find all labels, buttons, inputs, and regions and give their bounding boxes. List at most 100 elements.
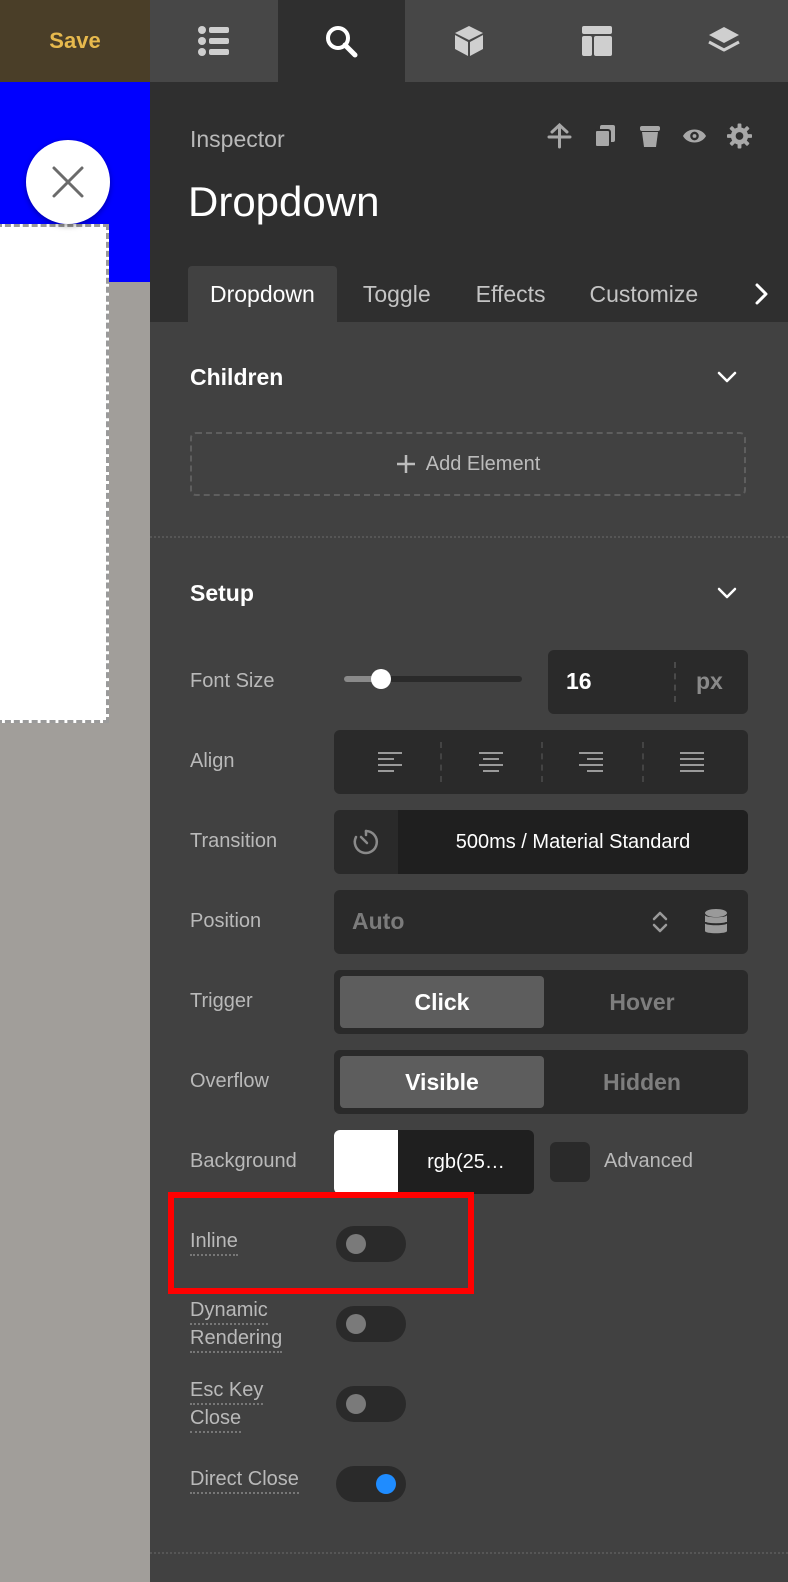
visibility-button[interactable] (682, 122, 707, 150)
toolbar-inspector-button[interactable] (277, 0, 406, 82)
tab-dropdown[interactable]: Dropdown (188, 266, 337, 322)
font-size-slider-handle[interactable] (371, 669, 391, 689)
transition-timer-button[interactable] (334, 810, 398, 874)
dynamic-rendering-label-line1: Dynamic (190, 1299, 268, 1325)
dynamic-rendering-label: Dynamic Rendering (190, 1296, 283, 1353)
align-justify-icon (680, 752, 704, 772)
align-left-button[interactable] (340, 730, 440, 794)
font-size-input[interactable]: 16 px (548, 650, 748, 714)
background-color-value[interactable]: rgb(25… (398, 1130, 534, 1194)
add-element-label: Add Element (425, 452, 541, 475)
overflow-segmented-control: Visible Hidden (334, 1050, 748, 1114)
overflow-hidden-option[interactable]: Hidden (540, 1056, 744, 1108)
layout-icon (581, 26, 612, 56)
font-size-value: 16 (566, 668, 592, 694)
add-element-button[interactable]: Add Element (190, 432, 746, 496)
esc-key-close-label: Esc Key Close (190, 1376, 264, 1433)
delete-button[interactable] (637, 122, 662, 150)
tab-toggle[interactable]: Toggle (337, 266, 454, 322)
inspector-actions (547, 122, 752, 150)
transition-control: 500ms / Material Standard (334, 810, 748, 874)
align-right-icon (579, 752, 603, 772)
inline-label-text: Inline (190, 1230, 238, 1256)
background-label: Background (190, 1150, 297, 1172)
transition-value[interactable]: 500ms / Material Standard (398, 810, 748, 874)
overflow-label: Overflow (190, 1070, 269, 1092)
toolbar-layers-button[interactable] (660, 0, 788, 82)
background-color-swatch[interactable] (334, 1130, 398, 1194)
dynamic-rendering-toggle[interactable] (336, 1306, 406, 1342)
tab-effects[interactable]: Effects (454, 266, 568, 322)
close-icon (52, 166, 84, 198)
app-root: Save Inspector Dropdown Dropdown Toggle … (0, 0, 788, 1582)
position-label: Position (190, 910, 262, 932)
toolbar-elements-button[interactable] (405, 0, 533, 82)
visibility-icon (682, 129, 707, 143)
advanced-label: Advanced (604, 1150, 693, 1172)
delete-icon (639, 126, 660, 147)
tabs-fade (708, 266, 748, 322)
section-divider (150, 536, 788, 538)
duplicate-icon (593, 125, 615, 148)
direct-close-label: Direct Close (190, 1468, 299, 1494)
transition-label: Transition (190, 830, 278, 852)
chevron-down-icon (717, 587, 737, 599)
tab-customize[interactable]: Customize (568, 266, 708, 322)
top-toolbar (150, 0, 788, 82)
move-up-icon (547, 123, 572, 149)
align-center-button[interactable] (441, 730, 541, 794)
esc-key-close-toggle[interactable] (336, 1386, 406, 1422)
font-size-unit[interactable]: px (696, 668, 723, 695)
setup-collapse-button[interactable] (716, 582, 738, 604)
cube-icon (454, 26, 483, 56)
save-button[interactable]: Save (0, 0, 150, 82)
database-icon[interactable] (704, 908, 728, 936)
trigger-click-option[interactable]: Click (340, 976, 544, 1028)
toolbar-layout-button[interactable] (533, 0, 661, 82)
align-justify-button[interactable] (642, 730, 742, 794)
duplicate-button[interactable] (592, 122, 617, 150)
toggle-knob (376, 1474, 396, 1494)
esc-key-close-label-line2: Close (190, 1407, 242, 1433)
close-canvas-button[interactable] (26, 140, 110, 224)
plus-icon (396, 455, 415, 473)
settings-icon (727, 123, 752, 149)
align-left-icon (378, 752, 402, 772)
inspector-tabs: Dropdown Toggle Effects Customize (188, 266, 708, 322)
direct-close-label-text: Direct Close (190, 1468, 299, 1494)
esc-key-close-label-line1: Esc Key (190, 1379, 264, 1405)
font-size-separator (674, 662, 676, 702)
move-up-button[interactable] (547, 122, 572, 150)
toggle-knob (346, 1234, 366, 1254)
children-section-title: Children (190, 364, 284, 390)
trigger-hover-option[interactable]: Hover (540, 976, 744, 1028)
search-icon (326, 26, 358, 58)
chevron-down-icon (717, 371, 737, 383)
direct-close-toggle[interactable] (336, 1466, 406, 1502)
settings-button[interactable] (727, 122, 752, 150)
section-divider (150, 1552, 788, 1554)
trigger-segmented-control: Click Hover (334, 970, 748, 1034)
toggle-knob (346, 1394, 366, 1414)
chevron-right-icon (755, 283, 768, 305)
inline-toggle[interactable] (336, 1226, 406, 1262)
select-arrows-icon (650, 910, 670, 934)
advanced-checkbox[interactable] (550, 1142, 590, 1182)
tabs-scroll-right-button[interactable] (746, 266, 776, 322)
dynamic-rendering-label-line2: Rendering (190, 1327, 283, 1353)
toggle-knob (346, 1314, 366, 1334)
setup-section-title: Setup (190, 580, 254, 606)
element-title: Dropdown (188, 178, 380, 225)
trigger-label: Trigger (190, 990, 253, 1012)
list-icon (197, 26, 229, 56)
align-control (334, 730, 748, 794)
layers-icon (708, 27, 740, 52)
overflow-visible-option[interactable]: Visible (340, 1056, 544, 1108)
canvas-dropdown-element[interactable] (0, 224, 109, 723)
toolbar-outline-button[interactable] (150, 0, 278, 82)
position-select[interactable]: Auto (334, 890, 748, 954)
align-right-button[interactable] (541, 730, 641, 794)
align-center-icon (479, 752, 503, 772)
align-label: Align (190, 750, 235, 772)
children-collapse-button[interactable] (716, 366, 738, 388)
